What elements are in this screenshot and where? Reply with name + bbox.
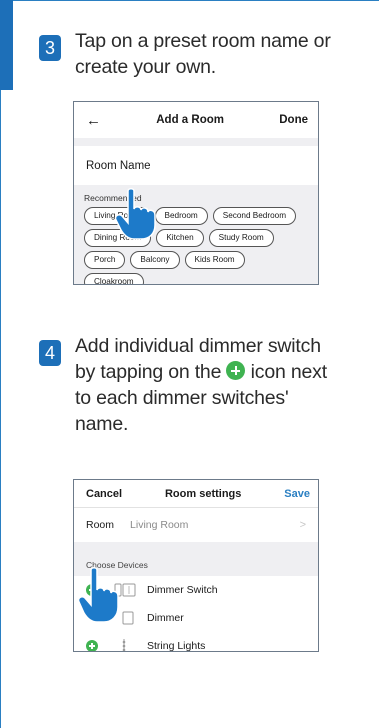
- room-label: Room: [86, 519, 115, 531]
- recommended-section: Recommended Living Room Bedroom Second B…: [74, 185, 318, 284]
- device-name: Dimmer Switch: [147, 584, 218, 596]
- add-room-screen: ← Add a Room Done Room Name Recommended …: [73, 101, 319, 285]
- step-instruction: Tap on a preset room name or create your…: [75, 30, 331, 78]
- nav-bar: ← Add a Room Done: [74, 102, 318, 138]
- room-value: Living Room: [130, 519, 189, 531]
- step-3: 3 Tap on a preset room name or create yo…: [39, 28, 343, 80]
- room-name-label: Room Name: [86, 159, 151, 172]
- nav-bar: Cancel Room settings Save: [74, 480, 318, 508]
- chip-study-room[interactable]: Study Room: [208, 229, 274, 247]
- accent-bar: [0, 0, 13, 90]
- chip-second-bedroom[interactable]: Second Bedroom: [212, 207, 297, 225]
- chip-kids-room[interactable]: Kids Room: [184, 251, 245, 269]
- section-gap: [74, 138, 318, 146]
- add-plus-icon: [226, 361, 246, 380]
- chip-kitchen[interactable]: Kitchen: [156, 229, 204, 247]
- device-row: String Lights: [74, 632, 318, 652]
- tap-hand-icon: [114, 188, 156, 240]
- screen-title: Add a Room: [156, 114, 224, 126]
- save-button[interactable]: Save: [284, 488, 310, 500]
- chip-porch[interactable]: Porch: [84, 251, 126, 269]
- screen-title: Room settings: [164, 487, 242, 500]
- chip-cloakroom[interactable]: Cloakroom: [84, 273, 144, 284]
- device-name: String Lights: [147, 640, 206, 652]
- done-button[interactable]: Done: [279, 114, 308, 126]
- tap-hand-icon: [77, 567, 119, 623]
- step-number: 3: [39, 35, 61, 61]
- cancel-button[interactable]: Cancel: [86, 488, 122, 500]
- chip-balcony[interactable]: Balcony: [130, 251, 180, 269]
- room-name-field[interactable]: Room Name: [74, 146, 318, 185]
- step-instruction: Add individual dimmer switch by tapping …: [75, 333, 343, 437]
- chip-bedroom[interactable]: Bedroom: [154, 207, 208, 225]
- step-4: 4 Add individual dimmer switch by tappin…: [39, 333, 343, 437]
- step-number: 4: [39, 340, 61, 366]
- back-arrow-icon[interactable]: ←: [86, 112, 101, 129]
- string-lights-icon: [122, 639, 126, 651]
- add-device-icon[interactable]: [86, 640, 98, 651]
- room-selector[interactable]: Room Living Room >: [74, 508, 318, 542]
- chevron-right-icon: >: [299, 519, 306, 531]
- device-name: Dimmer: [147, 612, 184, 624]
